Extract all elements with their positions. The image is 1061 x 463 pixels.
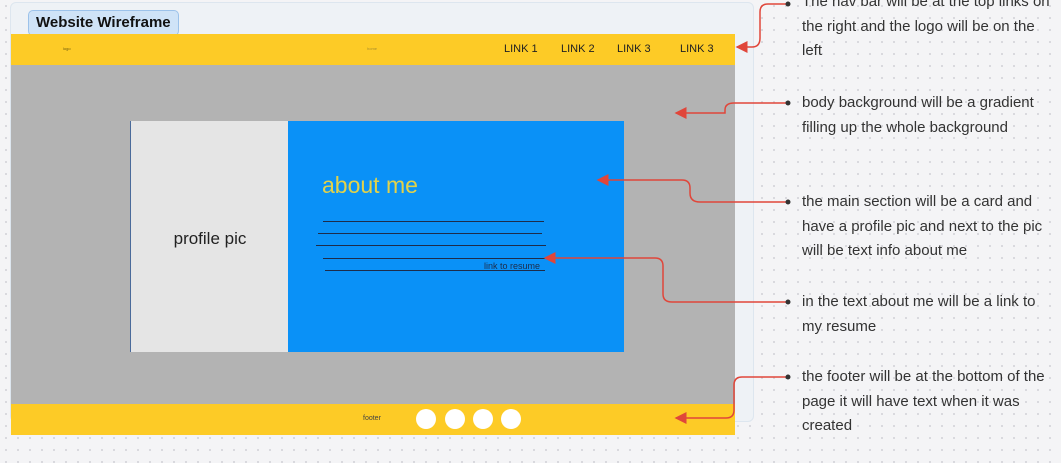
note-resume: in the text about me will be a link to m…	[788, 290, 1058, 339]
note-resume-text: in the text about me will be a link to m…	[802, 293, 1036, 335]
note-footer: the footer will be at the bottom of the …	[788, 365, 1058, 439]
note-navbar: The nav bar will be at the top links on …	[788, 0, 1058, 64]
arrow-resume	[543, 252, 788, 303]
arrow-footer	[674, 376, 788, 424]
arrow-body	[674, 102, 788, 119]
note-navbar-text: The nav bar will be at the top links on …	[802, 0, 1050, 59]
note-body-text: body background will be a gradient filli…	[802, 94, 1034, 136]
note-footer-text: the footer will be at the bottom of the …	[802, 368, 1045, 434]
note-card-text: the main section will be a card and have…	[802, 193, 1043, 259]
note-body: body background will be a gradient filli…	[788, 91, 1058, 140]
arrow-navbar	[735, 3, 788, 53]
arrow-card	[596, 174, 788, 203]
note-card: the main section will be a card and have…	[788, 190, 1058, 264]
